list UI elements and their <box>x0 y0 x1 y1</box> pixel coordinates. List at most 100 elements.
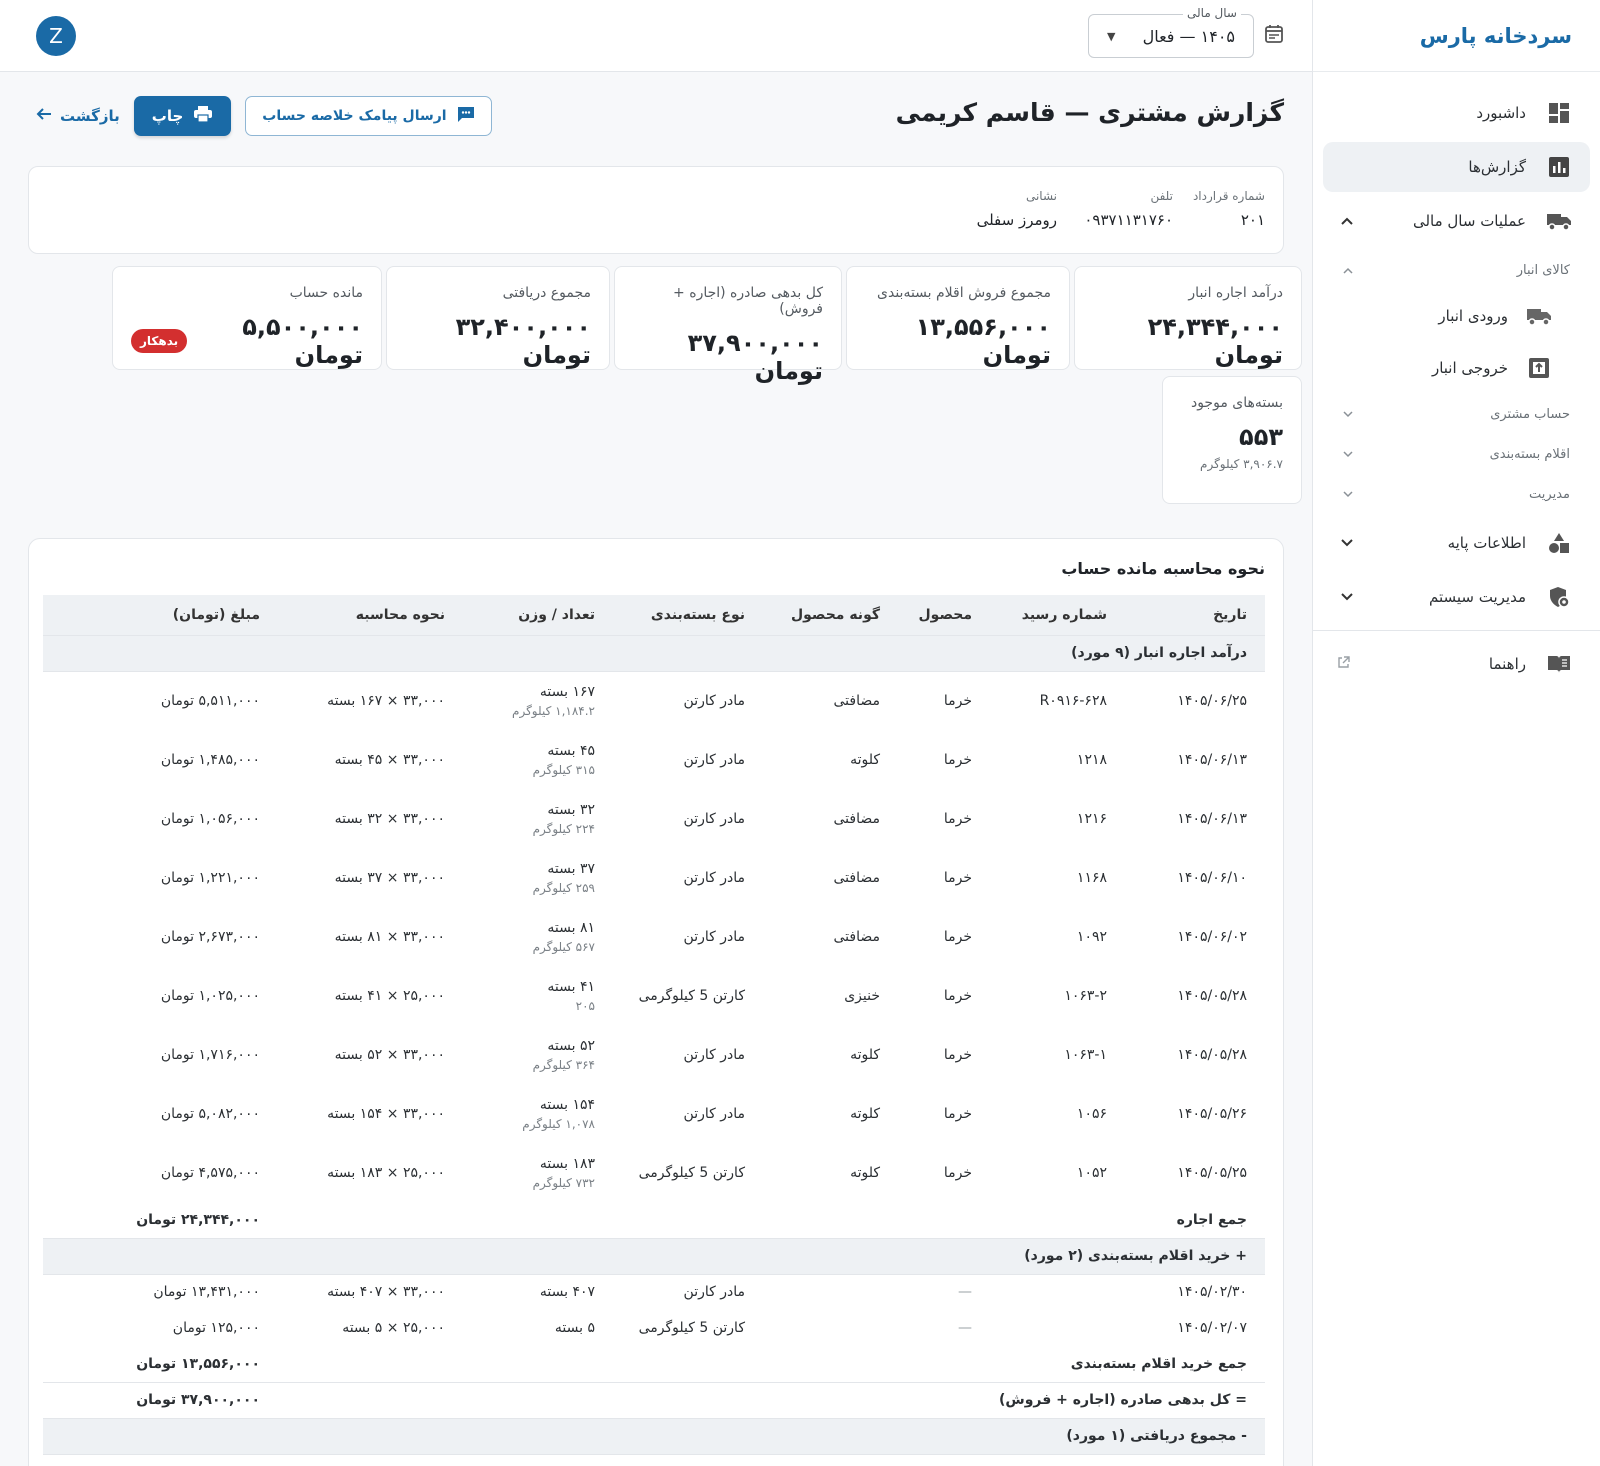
table-cell: مادر کارتن <box>683 1105 745 1122</box>
subgroup-management[interactable]: مدیریت <box>1313 474 1600 514</box>
column-header[interactable]: گونه محصول <box>763 595 898 635</box>
total-value: ۲۴,۳۴۴,۰۰۰ تومان <box>136 1211 260 1228</box>
brand-title[interactable]: سردخانه پارس <box>1313 0 1600 72</box>
chevron-up-icon <box>1343 264 1353 277</box>
column-header[interactable]: محصول <box>898 595 990 635</box>
back-link[interactable]: بازگشت <box>36 107 120 125</box>
stat-total-debit: کل بدهی صادره (اجاره + فروش) ۳۷,۹۰۰,۰۰۰ … <box>614 266 842 385</box>
table-cell: ۲۵,۰۰۰ × ۱۸۳ بسته <box>327 1164 445 1181</box>
sidebar-item-reports[interactable]: گزارش‌ها <box>1323 142 1590 192</box>
sidebar-item-warehouse-out[interactable]: خروجی انبار <box>1313 342 1600 394</box>
sidebar-item-guide[interactable]: راهنما <box>1323 639 1590 689</box>
print-button[interactable]: چاپ <box>133 96 232 136</box>
stat-label: بسته‌های موجود <box>1190 395 1283 411</box>
table-cell: ۱۸۳ بسته ۷۳۲ کیلوگرم <box>463 1143 613 1202</box>
subgroup-customer-account[interactable]: حساب مشتری <box>1313 394 1600 434</box>
subgroup-label: اقلام بسته‌بندی <box>1489 446 1570 462</box>
table-row[interactable]: ۱۴۰۵/۰۵/۲۶ ۱۰۵۶ خرما کلوته مادر کارتن ۱۵۴ بست… <box>43 1084 1265 1143</box>
section-row-rent: درآمد اجاره انبار (۹ مورد) <box>43 634 1265 672</box>
table-cell: خرما <box>943 928 972 945</box>
table-cell: ۱,۰۵۶,۰۰۰ تومان <box>160 810 260 827</box>
table-cell: ۲۵,۰۰۰ × ۴۱ بسته <box>334 987 445 1004</box>
address-info: نشانی رومرز سفلی <box>977 189 1057 229</box>
table-cell: ۳۳,۰۰۰ × ۱۵۴ بسته <box>327 1105 445 1122</box>
table-cell: ۱۶۷ بسته ۱,۱۸۴.۲ کیلوگرم <box>463 671 613 730</box>
external-link-icon <box>1337 655 1350 673</box>
table-cell: ۱۴۰۵/۰۵/۲۶ <box>1177 1105 1247 1122</box>
table-cell: ۵,۰۸۲,۰۰۰ تومان <box>160 1105 260 1122</box>
table-row[interactable]: ۱۴۰۵/۰۶/۲۵ R۰۹۱۶-۶۲۸ خرما مضافتی مادر کارتن ۱… <box>43 671 1265 730</box>
sidebar-item-fiscal-ops[interactable]: عملیات سال مالی <box>1323 196 1590 246</box>
customer-info-card: شماره قرارداد ۲۰۱ تلفن ۰۹۳۷۱۱۳۱۷۶۰ نشانی… <box>28 166 1284 254</box>
table-row[interactable]: ۱۴۰۵/۰۲/۳۰ — مادر کارتن ۴۰۷ بسته ۳۳,۰۰۰ × ۴۰… <box>43 1274 1265 1310</box>
table-row[interactable]: ۱۴۰۵/۰۶/۱۳ ۱۲۱۶ خرما مضافتی مادر کارتن ۳۲ بست… <box>43 789 1265 848</box>
table-cell: ۳۳,۰۰۰ × ۳۲ بسته <box>334 810 445 827</box>
calendar-icon[interactable] <box>1264 24 1284 48</box>
stat-subvalue: ۳,۹۰۶.۷ کیلوگرم <box>1200 457 1283 471</box>
subgroup-label: کالای انبار <box>1516 262 1570 278</box>
table-row[interactable]: ۱۴۰۵/۰۶/۰۲ ۱۰۹۲ خرما مضافتی مادر کارتن ۸۱ بست… <box>43 907 1265 966</box>
table-cell: ۲,۶۷۳,۰۰۰ تومان <box>160 928 260 945</box>
column-header[interactable]: شماره رسید <box>990 595 1125 635</box>
table-cell: کلوته <box>850 1046 880 1063</box>
qty-count: ۴۵ بسته <box>547 742 595 759</box>
table-cell: مضافتی <box>833 810 881 827</box>
fiscal-year-value: ۱۴۰۵ — فعال <box>1142 26 1235 46</box>
column-header[interactable]: تعداد / وزن <box>463 595 613 635</box>
table-cell: کارتن 5 کیلوگرمی <box>638 1164 745 1181</box>
table-cell: مادر کارتن <box>683 810 745 827</box>
table-row[interactable]: ۱۴۰۵/۰۵/۲۸ ۱۰۶۳-۱ خرما کلوته مادر کارتن ۵۲ بس… <box>43 1025 1265 1084</box>
subgroup-packaging-items[interactable]: اقلام بسته‌بندی <box>1313 434 1600 474</box>
chevron-up-icon[interactable] <box>1337 211 1357 231</box>
table-row[interactable]: ۱۴۰۵/۰۲/۰۷ — کارتن 5 کیلوگرمی ۵ بسته ۲۵,۰۰۰ … <box>43 1310 1265 1346</box>
column-header[interactable]: نحوه محاسبه <box>278 595 463 635</box>
table-cell: ۱۴۰۵/۰۶/۱۳ <box>1177 810 1247 827</box>
qty-weight: ۲۲۴ کیلوگرم <box>532 821 595 836</box>
total-label: جمع اجاره <box>1176 1211 1247 1228</box>
send-sms-summary-button[interactable]: ارسال پیامک خلاصه حساب <box>245 96 492 136</box>
sidebar-item-dashboard[interactable]: داشبورد <box>1323 88 1590 138</box>
table-cell: مادر کارتن <box>683 928 745 945</box>
table-header-row: تاریخ شماره رسید محصول گونه محصول نوع بس… <box>43 595 1265 635</box>
table-cell: کلوته <box>850 751 880 768</box>
table-cell: ۴۱ بسته ۲۰۵ <box>463 966 613 1025</box>
sidebar-item-system-admin[interactable]: مدیریت سیستم <box>1323 572 1590 622</box>
qty-weight: ۳۱۵ کیلوگرم <box>532 762 595 777</box>
column-header[interactable]: مبلغ (تومان) <box>43 595 278 635</box>
table-cell: ۳۳,۰۰۰ × ۴۵ بسته <box>334 751 445 768</box>
fiscal-year-select[interactable]: سال مالی ۱۴۰۵ — فعال ▼ <box>1088 6 1254 58</box>
table-cell: ۱۲۱۶ <box>1076 810 1107 827</box>
sidebar-item-label: اطلاعات پایه <box>1447 534 1526 552</box>
qty-weight: ۵۶۷ کیلوگرم <box>532 939 595 954</box>
qty-weight: ۲۵۹ کیلوگرم <box>532 880 595 895</box>
table-cell: ۱۵۴ بسته ۱,۰۷۸ کیلوگرم <box>463 1084 613 1143</box>
sidebar-item-base-info[interactable]: اطلاعات پایه <box>1323 518 1590 568</box>
chevron-down-icon[interactable] <box>1337 587 1357 607</box>
avatar[interactable]: Z <box>36 16 76 56</box>
qty-count: ۱۸۳ بسته <box>539 1155 595 1172</box>
table-cell: ۵۲ بسته ۳۶۴ کیلوگرم <box>463 1025 613 1084</box>
column-header[interactable]: نوع بسته‌بندی <box>613 595 763 635</box>
table-cell: مضافتی <box>833 928 881 945</box>
table-row[interactable]: ۱۴۰۵/۰۵/۲۸ ۱۰۶۳-۲ خرما خنیزی کارتن 5 کیلوگرم… <box>43 966 1265 1025</box>
column-header[interactable]: تاریخ <box>1125 595 1265 635</box>
qty-count: ۱۶۷ بسته <box>539 683 595 700</box>
table-row[interactable]: ۱۴۰۵/۰۵/۲۵ ۱۰۵۲ خرما کلوته کارتن 5 کیلوگرمی ۱… <box>43 1143 1265 1202</box>
table-cell: ۱۴۰۵/۰۶/۱۳ <box>1177 751 1247 768</box>
table-cell: ۲۵,۰۰۰ × ۵ بسته <box>342 1320 445 1336</box>
table-cell: ۱۴۰۵/۰۲/۰۷ <box>1177 1320 1247 1336</box>
total-value: ۳۷,۹۰۰,۰۰۰ تومان <box>43 1382 278 1419</box>
phone-info: تلفن ۰۹۳۷۱۱۳۱۷۶۰ <box>1084 189 1173 229</box>
table-row[interactable]: ۱۴۰۵/۰۶/۱۳ ۱۲۱۸ خرما کلوته مادر کارتن ۴۵ بسته… <box>43 730 1265 789</box>
table-cell: خرما <box>943 1046 972 1063</box>
table-cell: ۳۲ بسته ۲۲۴ کیلوگرم <box>463 789 613 848</box>
chevron-down-icon[interactable] <box>1337 533 1357 553</box>
table-cell: ۱۴۰۵/۰۶/۲۵ <box>1177 692 1247 709</box>
table-row[interactable]: ۱۴۰۵/۰۶/۱۰ ۱۱۶۸ خرما مضافتی مادر کارتن ۳۷ بست… <box>43 848 1265 907</box>
sidebar-item-warehouse-in[interactable]: ورودی انبار <box>1313 290 1600 342</box>
stat-label: مجموع دریافتی <box>502 285 591 301</box>
subgroup-warehouse-goods[interactable]: کالای انبار <box>1313 250 1600 290</box>
table-cell: ۳۳,۰۰۰ × ۱۶۷ بسته <box>327 692 445 709</box>
table-cell: مضافتی <box>833 869 881 886</box>
table-body: درآمد اجاره انبار (۹ مورد) ۱۴۰۵/۰۶/۲۵ R۰۹… <box>43 634 1265 1455</box>
